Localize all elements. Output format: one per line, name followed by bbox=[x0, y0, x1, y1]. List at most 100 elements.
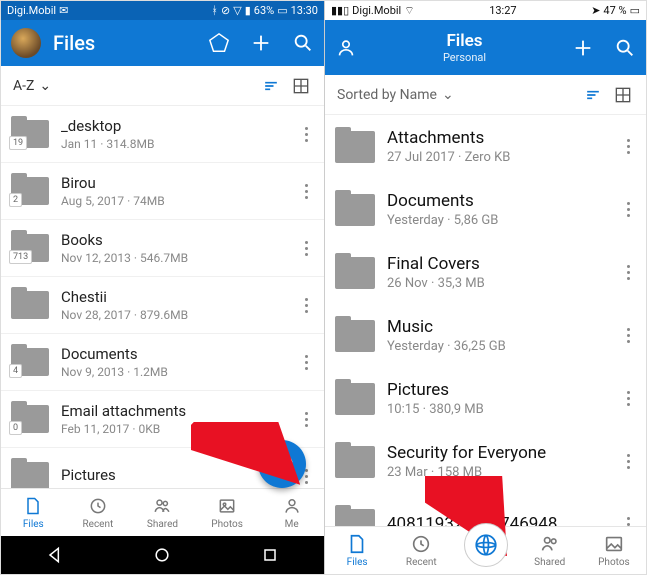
nav-me[interactable]: Me bbox=[259, 489, 324, 536]
folder-icon bbox=[335, 320, 375, 352]
list-item[interactable]: Final Covers26 Nov · 35,3 MB bbox=[325, 241, 646, 304]
status-bar: ▮▮▯ Digi.Mobil ⌔ 13:27 ➤ 47 % ▭ bbox=[325, 1, 646, 20]
battery-pct: 63% bbox=[254, 4, 274, 17]
sort-button[interactable]: Sorted by Name ⌄ bbox=[337, 87, 454, 103]
sort-bar: A-Z ⌄ bbox=[1, 66, 324, 106]
item-menu-icon[interactable] bbox=[622, 322, 634, 349]
sort-button[interactable]: A-Z ⌄ bbox=[13, 78, 51, 94]
item-name: Birou bbox=[61, 174, 288, 192]
clock-icon bbox=[410, 533, 432, 555]
list-item[interactable]: 40811932♠♠♠9746948 bbox=[325, 493, 646, 526]
clock-label: 13:27 bbox=[489, 4, 516, 17]
folder-icon: 4 bbox=[11, 348, 49, 376]
grid-view-icon[interactable] bbox=[290, 75, 312, 97]
nav-recent[interactable]: Recent bbox=[66, 489, 131, 536]
item-count-badge: 2 bbox=[9, 193, 22, 207]
sort-lines-icon[interactable] bbox=[260, 75, 282, 97]
nav-shared[interactable]: Shared bbox=[518, 527, 582, 574]
item-subtitle: Jan 11 · 314.8MB bbox=[61, 137, 288, 151]
list-item[interactable]: 2BirouAug 5, 2017 · 74MB bbox=[1, 163, 324, 220]
shared-icon bbox=[151, 495, 173, 517]
recents-icon[interactable] bbox=[260, 545, 280, 565]
files-icon bbox=[346, 533, 368, 555]
nav-photos[interactable]: Photos bbox=[582, 527, 646, 574]
back-icon[interactable] bbox=[45, 545, 65, 565]
carrier-label: Digi.Mobil bbox=[352, 4, 401, 17]
list-item[interactable]: Attachments27 Jul 2017 · Zero KB bbox=[325, 115, 646, 178]
list-item[interactable]: DocumentsYesterday · 5,86 GB bbox=[325, 178, 646, 241]
folder-icon: 2 bbox=[11, 177, 49, 205]
item-count-badge: 4 bbox=[9, 364, 22, 378]
item-menu-icon[interactable] bbox=[622, 511, 634, 526]
list-item[interactable]: 4DocumentsNov 9, 2013 · 1.2MB bbox=[1, 334, 324, 391]
nav-shared[interactable]: Shared bbox=[130, 489, 195, 536]
location-icon: ➤ bbox=[591, 4, 600, 17]
item-count-badge: 19 bbox=[9, 136, 27, 150]
account-icon[interactable] bbox=[335, 37, 357, 59]
signal-icon: ▮ bbox=[245, 4, 251, 17]
bottom-nav: Files Recent Shared Photos Me bbox=[1, 488, 324, 536]
sort-lines-icon[interactable] bbox=[582, 84, 604, 106]
grid-view-icon[interactable] bbox=[612, 84, 634, 106]
item-menu-icon[interactable] bbox=[622, 448, 634, 475]
list-item[interactable]: 0Email attachmentsFeb 11, 2017 · 0KB bbox=[1, 391, 324, 448]
scan-fab[interactable] bbox=[258, 440, 306, 488]
item-menu-icon[interactable] bbox=[300, 235, 312, 262]
person-icon bbox=[281, 495, 303, 517]
item-menu-icon[interactable] bbox=[300, 349, 312, 376]
android-system-bar bbox=[1, 536, 324, 574]
battery-icon: ▭ bbox=[630, 4, 640, 17]
item-menu-icon[interactable] bbox=[622, 385, 634, 412]
nav-files[interactable]: Files bbox=[325, 527, 389, 574]
wifi-icon: ▽ bbox=[233, 4, 241, 17]
item-count-badge: 713 bbox=[9, 250, 32, 264]
item-menu-icon[interactable] bbox=[300, 406, 312, 433]
item-name: Security for Everyone bbox=[387, 443, 610, 463]
item-subtitle: Nov 12, 2013 · 546.7MB bbox=[61, 251, 288, 265]
scan-icon bbox=[464, 523, 508, 567]
list-item[interactable]: Pictures 10:15 · 380,9 MB bbox=[325, 367, 646, 430]
item-name: Documents bbox=[387, 191, 610, 211]
avatar[interactable] bbox=[11, 28, 41, 58]
photos-icon bbox=[603, 533, 625, 555]
photos-icon bbox=[216, 495, 238, 517]
file-list: Attachments27 Jul 2017 · Zero KBDocument… bbox=[325, 115, 646, 526]
item-name: Pictures bbox=[387, 380, 610, 400]
add-icon[interactable] bbox=[572, 37, 594, 59]
item-name: Music bbox=[387, 317, 610, 337]
search-icon[interactable] bbox=[292, 32, 314, 54]
chevron-down-icon: ⌄ bbox=[442, 87, 454, 103]
clock-label: 13:30 bbox=[291, 4, 318, 17]
item-menu-icon[interactable] bbox=[300, 121, 312, 148]
item-name: Email attachments bbox=[61, 402, 288, 420]
carrier-label: Digi.Mobil bbox=[7, 4, 56, 17]
item-subtitle: Nov 9, 2013 · 1.2MB bbox=[61, 365, 288, 379]
item-subtitle: 10:15 · 380,9 MB bbox=[387, 402, 610, 417]
item-menu-icon[interactable] bbox=[622, 196, 634, 223]
nav-photos[interactable]: Photos bbox=[195, 489, 260, 536]
nav-files[interactable]: Files bbox=[1, 489, 66, 536]
chevron-down-icon: ⌄ bbox=[39, 78, 51, 94]
nav-scan[interactable] bbox=[453, 527, 517, 574]
list-item[interactable]: 19_desktopJan 11 · 314.8MB bbox=[1, 106, 324, 163]
wifi-icon: ⌔ bbox=[404, 4, 414, 18]
list-item[interactable]: MusicYesterday · 36,25 GB bbox=[325, 304, 646, 367]
item-menu-icon[interactable] bbox=[622, 133, 634, 160]
item-menu-icon[interactable] bbox=[622, 259, 634, 286]
list-item[interactable]: Chestii Nov 28, 2017 · 879.6MB bbox=[1, 277, 324, 334]
search-icon[interactable] bbox=[614, 37, 636, 59]
item-menu-icon[interactable] bbox=[300, 292, 312, 319]
list-item[interactable]: 713BooksNov 12, 2013 · 546.7MB bbox=[1, 220, 324, 277]
item-name: Chestii bbox=[61, 288, 288, 306]
list-item[interactable]: Security for Everyone23 Mar · 158 MB bbox=[325, 430, 646, 493]
item-subtitle: Nov 28, 2017 · 879.6MB bbox=[61, 308, 288, 322]
home-icon[interactable] bbox=[152, 545, 172, 565]
add-icon[interactable] bbox=[250, 32, 272, 54]
item-menu-icon[interactable] bbox=[300, 178, 312, 205]
battery-pct: 47 % bbox=[603, 4, 626, 17]
premium-icon[interactable] bbox=[208, 32, 230, 54]
item-name: Pictures bbox=[61, 466, 288, 484]
nav-recent[interactable]: Recent bbox=[389, 527, 453, 574]
clock-icon bbox=[87, 495, 109, 517]
page-title: Files bbox=[53, 31, 208, 55]
